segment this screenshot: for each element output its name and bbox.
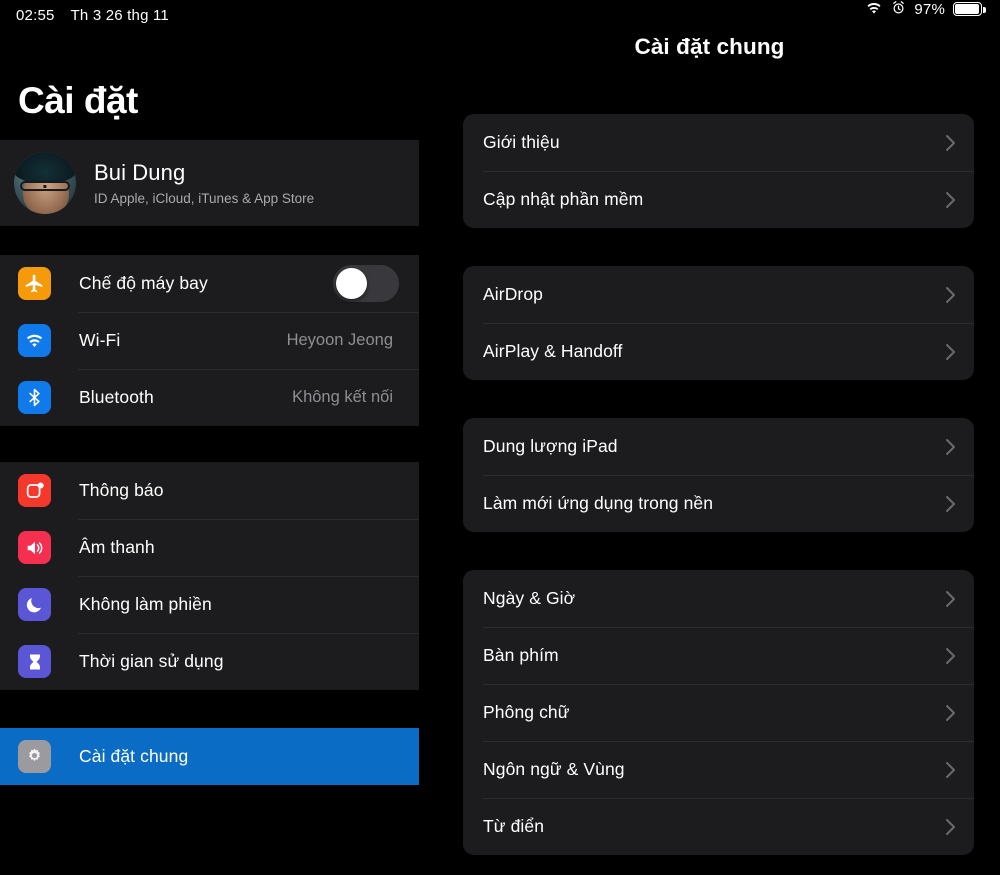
gear-icon xyxy=(18,740,51,773)
sidebar-item-notifications[interactable]: Thông báo xyxy=(0,462,419,519)
chevron-right-icon xyxy=(945,647,956,665)
settings-group-sharing: AirDrop AirPlay & Handoff xyxy=(463,266,974,380)
settings-row-airplay-handoff[interactable]: AirPlay & Handoff xyxy=(463,323,974,380)
notification-icon xyxy=(18,474,51,507)
settings-row-about[interactable]: Giới thiệu xyxy=(463,114,974,171)
page-title: Cài đặt xyxy=(0,30,419,140)
sidebar-group-general: Cài đặt chung xyxy=(0,728,419,785)
settings-row-label: Ngôn ngữ & Vùng xyxy=(483,759,625,779)
alarm-clock-icon xyxy=(891,0,906,18)
settings-list: Giới thiệu Cập nhật phần mềm AirDrop Air… xyxy=(419,114,1000,875)
chevron-right-icon xyxy=(945,590,956,608)
settings-row-label: Từ điển xyxy=(483,816,545,836)
wifi-network-value: Heyoon Jeong xyxy=(286,331,393,349)
speaker-icon xyxy=(18,531,51,564)
settings-group-about: Giới thiệu Cập nhật phần mềm xyxy=(463,114,974,228)
chevron-right-icon xyxy=(945,761,956,779)
sidebar-item-label: Âm thanh xyxy=(79,537,155,557)
chevron-right-icon xyxy=(945,438,956,456)
sidebar-item-label: Cài đặt chung xyxy=(79,746,189,766)
settings-row-label: Bàn phím xyxy=(483,645,559,665)
settings-row-label: AirDrop xyxy=(483,284,544,304)
settings-row-label: Phông chữ xyxy=(483,702,570,722)
settings-row-label: Giới thiệu xyxy=(483,132,560,152)
profile-subtitle: ID Apple, iCloud, iTunes & App Store xyxy=(94,191,315,206)
settings-row-software-update[interactable]: Cập nhật phần mềm xyxy=(463,171,974,228)
settings-row-date-time[interactable]: Ngày & Giờ xyxy=(463,570,974,627)
settings-row-language-region[interactable]: Ngôn ngữ & Vùng xyxy=(463,741,974,798)
wifi-icon xyxy=(18,324,51,357)
sidebar-item-label: Bluetooth xyxy=(79,387,154,407)
settings-row-dictionary[interactable]: Từ điển xyxy=(463,798,974,855)
settings-row-label: Ngày & Giờ xyxy=(483,588,576,608)
settings-group-storage: Dung lượng iPad Làm mới ứng dụng trong n… xyxy=(463,418,974,532)
settings-row-label: Dung lượng iPad xyxy=(483,436,618,456)
sidebar-item-do-not-disturb[interactable]: Không làm phiền xyxy=(0,576,419,633)
hourglass-icon xyxy=(18,645,51,678)
chevron-right-icon xyxy=(945,818,956,836)
settings-row-keyboard[interactable]: Bàn phím xyxy=(463,627,974,684)
avatar xyxy=(14,152,76,214)
sidebar-item-airplane-mode[interactable]: Chế độ máy bay xyxy=(0,255,419,312)
sidebar-group-connectivity: Chế độ máy bay Wi-Fi Heyoon Jeong Blueto… xyxy=(0,255,419,426)
sidebar-group-profile: Bui Dung ID Apple, iCloud, iTunes & App … xyxy=(0,140,419,226)
status-bar-left: 02:55 Th 3 26 thg 11 xyxy=(0,0,419,30)
sidebar-gap-1 xyxy=(0,226,419,255)
airplane-icon xyxy=(18,267,51,300)
sidebar-item-sounds[interactable]: Âm thanh xyxy=(0,519,419,576)
sidebar-gap-3 xyxy=(0,690,419,728)
battery-icon xyxy=(953,2,986,16)
settings-row-background-app-refresh[interactable]: Làm mới ứng dụng trong nền xyxy=(463,475,974,532)
sidebar-item-label: Thông báo xyxy=(79,480,164,500)
status-bar-time: 02:55 xyxy=(16,6,55,24)
chevron-right-icon xyxy=(945,134,956,152)
sidebar-item-label: Wi-Fi xyxy=(79,330,121,350)
settings-row-ipad-storage[interactable]: Dung lượng iPad xyxy=(463,418,974,475)
bluetooth-icon xyxy=(18,381,51,414)
settings-row-label: AirPlay & Handoff xyxy=(483,341,623,361)
sidebar-group-notifications: Thông báo Âm thanh Không làm phiền Thời … xyxy=(0,462,419,690)
chevron-right-icon xyxy=(945,191,956,209)
sidebar-item-apple-id[interactable]: Bui Dung ID Apple, iCloud, iTunes & App … xyxy=(0,140,419,226)
chevron-right-icon xyxy=(945,495,956,513)
sidebar-item-screen-time[interactable]: Thời gian sử dụng xyxy=(0,633,419,690)
sidebar-item-label: Thời gian sử dụng xyxy=(79,651,224,671)
settings-row-label: Cập nhật phần mềm xyxy=(483,189,644,209)
profile-name: Bui Dung xyxy=(94,160,186,185)
general-settings-panel: 97% Cài đặt chung Giới thiệu Cập nhật ph… xyxy=(419,0,1000,875)
sidebar-gap-bottom xyxy=(0,785,419,875)
chevron-right-icon xyxy=(945,343,956,361)
status-bar-right: 97% xyxy=(419,0,1000,18)
sidebar-gap-2 xyxy=(0,426,419,462)
moon-icon xyxy=(18,588,51,621)
wifi-icon xyxy=(865,1,883,18)
sidebar-item-label: Không làm phiền xyxy=(79,594,212,614)
sidebar-item-label: Chế độ máy bay xyxy=(79,273,208,293)
bluetooth-status-value: Không kết nối xyxy=(292,388,393,406)
settings-sidebar: 02:55 Th 3 26 thg 11 Cài đặt Bui Dung ID… xyxy=(0,0,419,875)
settings-row-fonts[interactable]: Phông chữ xyxy=(463,684,974,741)
settings-row-label: Làm mới ứng dụng trong nền xyxy=(483,493,714,513)
airplane-mode-toggle[interactable] xyxy=(333,265,399,302)
battery-percentage: 97% xyxy=(914,0,945,18)
settings-app: 02:55 Th 3 26 thg 11 Cài đặt Bui Dung ID… xyxy=(0,0,1000,875)
sidebar-item-wifi[interactable]: Wi-Fi Heyoon Jeong xyxy=(0,312,419,369)
chevron-right-icon xyxy=(945,704,956,722)
status-bar-date: Th 3 26 thg 11 xyxy=(70,6,169,24)
sidebar-item-bluetooth[interactable]: Bluetooth Không kết nối xyxy=(0,369,419,426)
detail-page-title: Cài đặt chung xyxy=(634,34,785,59)
chevron-right-icon xyxy=(945,286,956,304)
sidebar-item-general[interactable]: Cài đặt chung xyxy=(0,728,419,785)
settings-row-airdrop[interactable]: AirDrop xyxy=(463,266,974,323)
settings-group-localization: Ngày & Giờ Bàn phím Phông chữ Ngôn ngữ &… xyxy=(463,570,974,855)
